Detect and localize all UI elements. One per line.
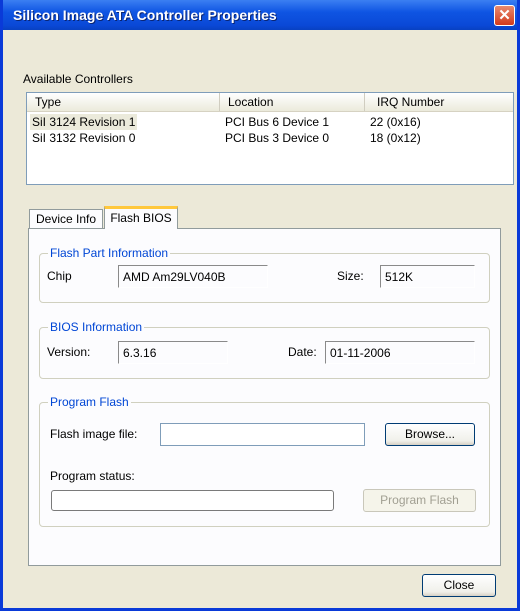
window-title: Silicon Image ATA Controller Properties: [13, 7, 277, 23]
tab-flash-bios[interactable]: Flash BIOS: [104, 206, 178, 229]
program-status-label: Program status:: [50, 469, 135, 483]
row-irq: 18 (0x12): [370, 131, 421, 145]
list-header: Type Location IRQ Number: [27, 93, 513, 112]
row-type: SiI 3132 Revision 0: [32, 131, 136, 145]
chip-label: Chip: [47, 269, 72, 283]
size-label: Size:: [337, 269, 364, 283]
bios-info-group: BIOS Information Version: 6.3.16 Date: 0…: [39, 320, 490, 379]
program-status-bar: [51, 490, 334, 511]
close-icon[interactable]: ✕: [494, 5, 515, 26]
date-label: Date:: [288, 345, 317, 359]
table-row[interactable]: SiI 3124 Revision 1 PCI Bus 6 Device 1 2…: [27, 114, 513, 130]
bios-info-title: BIOS Information: [48, 320, 145, 334]
flash-image-label: Flash image file:: [50, 427, 138, 441]
column-header-irq[interactable]: IRQ Number: [365, 93, 513, 111]
row-location: PCI Bus 3 Device 0: [225, 131, 330, 145]
available-controllers-label: Available Controllers: [23, 72, 133, 86]
flash-part-group: Flash Part Information Chip AMD Am29LV04…: [39, 246, 490, 303]
column-header-location[interactable]: Location: [220, 93, 365, 111]
flash-image-value: [161, 427, 164, 441]
version-value: 6.3.16: [118, 341, 228, 364]
browse-button[interactable]: Browse...: [385, 423, 475, 446]
program-flash-group: Program Flash Flash image file: Browse..…: [39, 395, 490, 527]
tab-device-info[interactable]: Device Info: [29, 209, 103, 229]
version-label: Version:: [47, 345, 91, 359]
date-value: 01-11-2006: [325, 341, 475, 364]
close-button[interactable]: Close: [422, 574, 496, 597]
flash-bios-panel: Flash Part Information Chip AMD Am29LV04…: [28, 228, 501, 566]
title-bar[interactable]: Silicon Image ATA Controller Properties …: [3, 0, 517, 30]
row-location: PCI Bus 6 Device 1: [225, 115, 330, 129]
chip-value: AMD Am29LV040B: [118, 265, 268, 288]
row-type: SiI 3124 Revision 1: [30, 114, 138, 130]
program-flash-title: Program Flash: [48, 395, 131, 409]
table-row[interactable]: SiI 3132 Revision 0 PCI Bus 3 Device 0 1…: [27, 130, 513, 146]
row-irq: 22 (0x16): [370, 115, 421, 129]
program-flash-button[interactable]: Program Flash: [363, 489, 476, 512]
flash-part-title: Flash Part Information: [48, 246, 171, 260]
properties-dialog: Silicon Image ATA Controller Properties …: [0, 0, 520, 611]
column-header-type[interactable]: Type: [27, 93, 220, 111]
controllers-list[interactable]: Type Location IRQ Number SiI 3124 Revisi…: [26, 92, 514, 185]
flash-image-input[interactable]: [160, 423, 365, 446]
size-value: 512K: [380, 265, 475, 288]
